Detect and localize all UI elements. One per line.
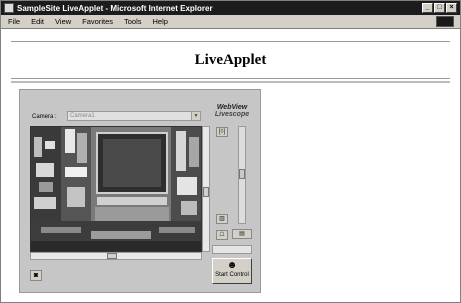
- video-horizontal-scrollbar[interactable]: [30, 252, 202, 260]
- minimize-button[interactable]: _: [422, 3, 433, 13]
- camera-video-view[interactable]: [30, 126, 202, 252]
- zoom-out-icon[interactable]: ▥: [216, 214, 228, 224]
- menu-help[interactable]: Help: [153, 17, 168, 26]
- panorama-icon[interactable]: ▤: [232, 229, 252, 239]
- browser-window: SampleSite LiveApplet - Microsoft Intern…: [0, 0, 461, 303]
- brand-line-2: Livescope: [214, 111, 250, 118]
- video-vertical-scrollbar[interactable]: [202, 126, 210, 252]
- zoom-in-icon[interactable]: [◊]: [216, 127, 228, 137]
- menu-view[interactable]: View: [55, 17, 71, 26]
- zoom-slider-thumb[interactable]: [239, 169, 245, 179]
- camera-select-value: Camera1: [70, 113, 95, 119]
- start-control-button[interactable]: ☻ Start Control: [212, 258, 252, 284]
- page-header: LiveApplet: [11, 41, 450, 79]
- menu-bar: File Edit View Favorites Tools Help: [1, 15, 460, 29]
- menu-edit[interactable]: Edit: [31, 17, 44, 26]
- title-bar: SampleSite LiveApplet - Microsoft Intern…: [1, 1, 460, 15]
- menu-file[interactable]: File: [8, 17, 20, 26]
- video-horizontal-scroll-thumb[interactable]: [107, 253, 117, 259]
- maximize-button[interactable]: □: [434, 3, 445, 13]
- menu-tools[interactable]: Tools: [124, 17, 142, 26]
- zoom-slider[interactable]: [238, 126, 246, 224]
- start-control-label: Start Control: [215, 272, 249, 278]
- status-field: [212, 245, 252, 254]
- camera-control-icon[interactable]: ☖: [216, 230, 228, 240]
- city-street-image: [31, 127, 201, 251]
- windows-logo-icon: [436, 16, 454, 27]
- window-title: SampleSite LiveApplet - Microsoft Intern…: [17, 3, 213, 13]
- page-title: LiveApplet: [194, 52, 267, 68]
- video-vertical-scroll-thumb[interactable]: [203, 187, 209, 197]
- chevron-down-icon[interactable]: ▼: [191, 112, 200, 120]
- brand-line-1: WebView: [216, 104, 248, 111]
- brand-logo: WebView Livescope: [210, 104, 254, 118]
- camera-label: Camera :: [32, 114, 57, 120]
- ie-app-icon: [4, 3, 14, 13]
- close-button[interactable]: ×: [446, 3, 457, 13]
- camera-select[interactable]: Camera1 ▼: [67, 111, 201, 121]
- live-applet: WebView Livescope Camera : Camera1 ▼ [◊]…: [19, 89, 261, 293]
- menu-favorites[interactable]: Favorites: [82, 17, 113, 26]
- person-icon: ☻: [226, 260, 238, 271]
- snapshot-icon[interactable]: ◙: [30, 270, 42, 281]
- divider: [11, 81, 450, 83]
